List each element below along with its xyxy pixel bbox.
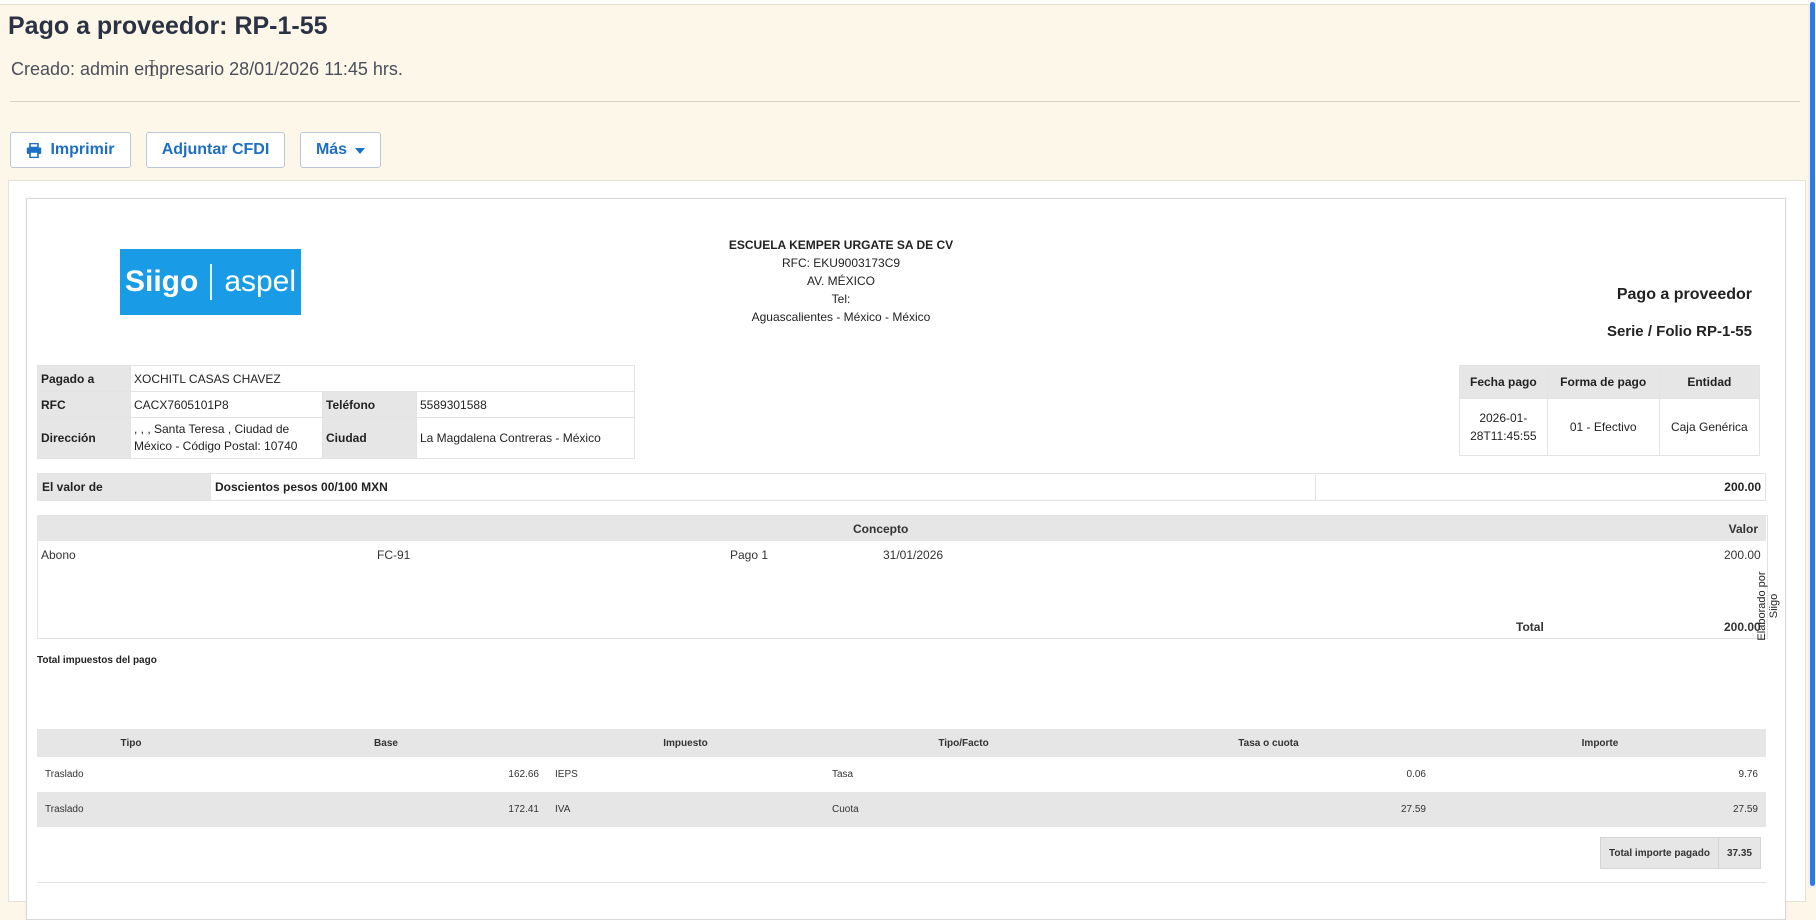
payee-table: Pagado a XOCHITL CASAS CHAVEZ RFC CACX76…: [37, 365, 635, 459]
phone-value: 5589301588: [416, 391, 635, 418]
amount-label: El valor de: [37, 473, 211, 501]
payment-date: 2026-01- 28T11:45:55: [1459, 398, 1548, 456]
payment-method: 01 - Efectivo: [1546, 398, 1660, 456]
created-info: Creado: admin empresario 28/01/2026 11:4…: [11, 59, 403, 79]
tax-header-base: Base: [225, 729, 547, 757]
rfc-value: CACX7605101P8: [130, 391, 323, 418]
company-logo: Siigo aspel: [120, 249, 301, 315]
city-value: La Magdalena Contreras - México: [416, 417, 635, 459]
total-label: Total: [1516, 620, 1544, 634]
top-border: [0, 0, 1816, 5]
payment-info-table: Fecha pago Forma de pago Entidad 2026-01…: [1459, 365, 1761, 456]
concept-payment: Pago 1: [730, 548, 769, 562]
taxes-table: Tipo Base Impuesto Tipo/Facto Tasa o cuo…: [37, 729, 1766, 827]
made-by-siigo-label: Elaborado por Siigo: [1756, 571, 1780, 641]
rfc-label: RFC: [37, 391, 131, 418]
bottom-divider: [37, 882, 1766, 883]
concept-date: 31/01/2026: [883, 548, 944, 562]
company-info: ESCUELA KEMPER URGATE SA DE CV RFC: EKU9…: [641, 236, 1041, 326]
print-button[interactable]: Imprimir: [10, 132, 131, 168]
concept-type: Abono: [41, 548, 76, 562]
paid-to-label: Pagado a: [37, 365, 131, 392]
taxes-title: Total impuestos del pago: [37, 655, 157, 666]
print-button-label: Imprimir: [50, 141, 115, 158]
printer-icon: [27, 142, 42, 158]
caret-down-icon: [355, 148, 366, 154]
concepts-header: Concepto Valor: [37, 516, 1766, 541]
company-name: ESCUELA KEMPER URGATE SA DE CV: [728, 238, 954, 252]
more-button-label: Más: [315, 141, 348, 158]
payment-method-header: Forma de pago: [1546, 365, 1660, 399]
company-location: Aguascalientes - México - México: [751, 310, 931, 324]
total-paid-table: Total importe pagado 37.35: [1600, 837, 1761, 869]
table-row: Traslado 162.66 IEPS Tasa 0.06 9.76: [45, 769, 1758, 780]
more-dropdown-button[interactable]: Más: [300, 132, 381, 168]
header-divider: [10, 101, 1800, 102]
total-paid-label: Total importe pagado: [1600, 837, 1719, 869]
paid-to-value: XOCHITL CASAS CHAVEZ: [130, 365, 635, 392]
table-row: Traslado 172.41 IVA Cuota 27.59 27.59: [37, 792, 1766, 827]
tax-header-amount: Importe: [1434, 729, 1766, 757]
address-label: Dirección: [37, 417, 131, 459]
company-tel: Tel:: [831, 292, 851, 306]
tax-header-type: Tipo: [37, 729, 225, 757]
payment-entity: Caja Genérica: [1658, 398, 1761, 456]
city-label: Ciudad: [322, 417, 417, 459]
address-value: , , , Santa Teresa , Ciudad de México - …: [130, 417, 323, 459]
total-paid-value: 37.35: [1717, 837, 1761, 869]
scrollbar-thumb[interactable]: [1810, 2, 1815, 886]
value-header: Valor: [1728, 522, 1758, 536]
attach-cfdi-button[interactable]: Adjuntar CFDI: [146, 132, 285, 168]
concept-value: 200.00: [1724, 548, 1761, 562]
document-type: Pago a proveedor: [1616, 286, 1752, 303]
company-address: AV. MÉXICO: [806, 274, 876, 288]
document-folio: Serie / Folio RP-1-55: [1606, 323, 1752, 340]
amount-table: El valor de Doscientos pesos 00/100 MXN …: [37, 473, 1766, 501]
attach-cfdi-label: Adjuntar CFDI: [161, 141, 270, 158]
tax-header-tax: Impuesto: [547, 729, 824, 757]
tax-header-rate: Tasa o cuota: [1103, 729, 1434, 757]
page-title: Pago a proveedor: RP-1-55: [8, 12, 328, 40]
company-rfc: RFC: EKU9003173C9: [781, 256, 901, 270]
text-cursor-icon: [149, 60, 155, 76]
amount-words: Doscientos pesos 00/100 MXN: [210, 473, 1316, 501]
concept-doc: FC-91: [377, 548, 411, 562]
payment-entity-header: Entidad: [1658, 365, 1761, 399]
tax-header-factor: Tipo/Facto: [824, 729, 1103, 757]
concept-header: Concepto: [853, 522, 909, 536]
phone-label: Teléfono: [322, 391, 417, 418]
amount-value: 200.00: [1315, 473, 1766, 501]
payment-date-header: Fecha pago: [1459, 365, 1548, 399]
